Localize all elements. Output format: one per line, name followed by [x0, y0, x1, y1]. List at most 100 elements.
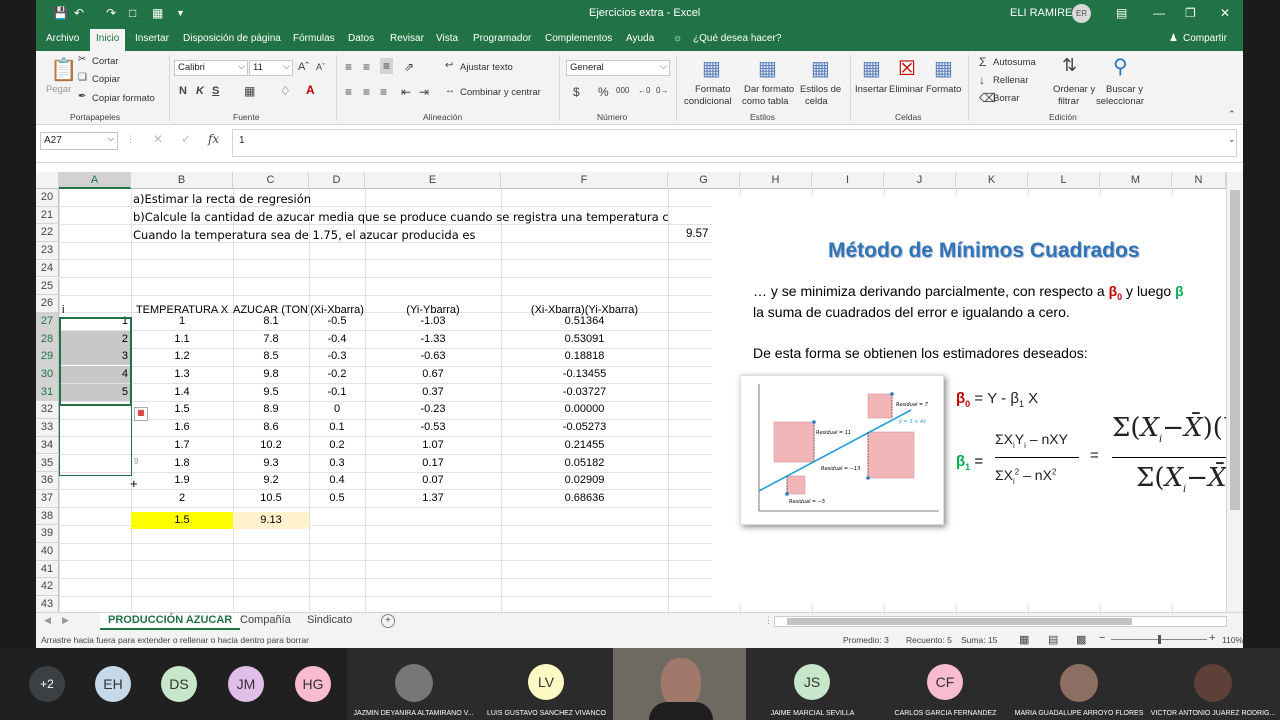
cell-styles-label-1[interactable]: Estilos de	[800, 84, 841, 95]
cell-xi-xbarra[interactable]: -0.1	[309, 384, 365, 401]
decrease-indent-icon[interactable]: ⇤	[401, 85, 411, 99]
participant-tile[interactable]: VICTOR ANTONIO JUAREZ RODRIG...	[1146, 648, 1280, 720]
format-table-label-2[interactable]: como tabla	[742, 96, 788, 107]
sheet-tab-sindicato[interactable]: Sindicato	[299, 613, 360, 630]
sheet-tab-compania[interactable]: Compañía	[232, 613, 299, 630]
cell-product[interactable]: 0.51364	[501, 313, 668, 330]
cell-azucar[interactable]: 8.5	[233, 348, 309, 365]
tab-complementos[interactable]: Complementos	[545, 33, 612, 44]
conditional-format-label-1[interactable]: Formato	[695, 84, 730, 95]
row-header[interactable]: 38	[36, 507, 59, 526]
underline-icon[interactable]: S	[212, 85, 219, 97]
align-left-icon[interactable]: ≡	[345, 85, 352, 99]
paste-icon[interactable]: 📋	[50, 57, 77, 83]
cell-product[interactable]: 0.05182	[501, 455, 668, 472]
cell-xi-xbarra[interactable]: -0.5	[309, 313, 365, 330]
tab-insertar[interactable]: Insertar	[135, 33, 169, 44]
cell-azucar[interactable]: 7.8	[233, 331, 309, 348]
column-header[interactable]: H	[740, 172, 812, 189]
minimize-icon[interactable]: —	[1153, 6, 1165, 20]
cell-azucar[interactable]: 8.9	[233, 401, 309, 418]
cell-azucar[interactable]: 9.2	[233, 472, 309, 489]
decrease-decimal-icon[interactable]: 0→	[656, 86, 668, 95]
font-name-select[interactable]: Calibri ⌵	[174, 60, 248, 76]
column-header[interactable]: D	[309, 172, 365, 189]
italic-icon[interactable]: K	[196, 85, 204, 97]
row-header[interactable]: 35	[36, 454, 59, 473]
cell-xi-xbarra[interactable]: 0.3	[309, 455, 365, 472]
row-header[interactable]: 41	[36, 560, 59, 579]
cell-styles-label-2[interactable]: celda	[805, 96, 828, 107]
restore-icon[interactable]: ❐	[1185, 6, 1196, 20]
shrink-font-icon[interactable]: Aˇ	[316, 62, 325, 72]
sheet-tab-produccion[interactable]: PRODUCCIÓN AZUCAR	[100, 613, 241, 630]
normal-view-icon[interactable]: ▦	[1019, 633, 1029, 646]
cell-xi-xbarra[interactable]: 0.1	[309, 419, 365, 436]
cell-yi-ybarra[interactable]: 1.07	[365, 437, 501, 454]
autosum-button[interactable]: Autosuma	[993, 57, 1036, 68]
paste-button[interactable]: Pegar	[46, 84, 71, 95]
cell-yi-ybarra[interactable]: -0.63	[365, 348, 501, 365]
column-header[interactable]: E	[365, 172, 501, 189]
cell-temperatura[interactable]: 1.4	[131, 384, 233, 401]
cell-azucar[interactable]: 9.3	[233, 455, 309, 472]
customize-toolbar-icon[interactable]: ▼	[176, 8, 185, 18]
scroll-thumb[interactable]	[1230, 190, 1240, 510]
add-sheet-icon[interactable]: +	[381, 614, 395, 628]
participant-tile[interactable]: JAZMIN DEYANIRA ALTAMIRANO V...	[347, 648, 480, 720]
select-all-corner[interactable]	[36, 172, 59, 189]
align-center-icon[interactable]: ≡	[363, 85, 370, 99]
delete-cells-button[interactable]: Eliminar	[889, 84, 923, 95]
ribbon-display-icon[interactable]: ▤	[1116, 6, 1127, 20]
cell-xi-xbarra[interactable]: -0.4	[309, 331, 365, 348]
cell-temperatura[interactable]: 1.8	[131, 455, 233, 472]
tab-vista[interactable]: Vista	[436, 33, 458, 44]
prev-sheet-icon[interactable]: ◀	[44, 615, 51, 626]
page-break-icon[interactable]: ▩	[1076, 633, 1086, 646]
user-avatar[interactable]: ER	[1072, 4, 1091, 23]
sort-filter-label-1[interactable]: Ordenar y	[1053, 84, 1095, 95]
row-header[interactable]: 25	[36, 277, 59, 296]
align-top-icon[interactable]: ≡	[345, 60, 352, 74]
percent-icon[interactable]: %	[598, 85, 609, 99]
share-button[interactable]: Compartir	[1183, 33, 1227, 44]
row-header[interactable]: 39	[36, 525, 59, 543]
row-header[interactable]: 34	[36, 436, 59, 455]
insert-cells-button[interactable]: Insertar	[855, 84, 887, 95]
cell-temperatura[interactable]: 1.6	[131, 419, 233, 436]
cell-product[interactable]: 0.00000	[501, 401, 668, 418]
horizontal-scrollbar[interactable]	[774, 616, 1227, 627]
redo-icon[interactable]: ↷	[106, 6, 116, 20]
column-header[interactable]: C	[233, 172, 309, 189]
bold-icon[interactable]: N	[179, 85, 187, 97]
formula-input[interactable]: 1	[232, 129, 1237, 157]
align-middle-icon[interactable]: ≡	[363, 60, 370, 74]
cell-temperatura[interactable]: 1.9	[131, 472, 233, 489]
vertical-scrollbar[interactable]	[1226, 172, 1243, 612]
format-painter-button[interactable]: Copiar formato	[92, 93, 155, 104]
next-sheet-icon[interactable]: ▶	[62, 615, 69, 626]
cell-azucar[interactable]: 8.6	[233, 419, 309, 436]
cell-temperatura[interactable]: 2	[131, 490, 233, 507]
participant-avatar[interactable]: JM	[228, 666, 264, 702]
tab-revisar[interactable]: Revisar	[390, 33, 424, 44]
more-participants[interactable]: +2	[29, 666, 65, 702]
participant-tile[interactable]: LV LUIS GUSTAVO SANCHEZ VIVANCO	[480, 648, 613, 720]
form-icon[interactable]: ▦	[152, 6, 163, 20]
row-header[interactable]: 33	[36, 419, 59, 437]
participant-tile[interactable]: MARIA GUADALUPE ARROYO FLORES	[1012, 648, 1146, 720]
participant-avatar[interactable]: HG	[295, 666, 331, 702]
cell-product[interactable]: 0.18818	[501, 348, 668, 365]
conditional-format-label-2[interactable]: condicional	[684, 96, 732, 107]
row-header[interactable]: 32	[36, 401, 59, 420]
row-header[interactable]: 26	[36, 295, 59, 313]
mean-temperatura[interactable]: 1.5	[131, 512, 233, 529]
increase-indent-icon[interactable]: ⇥	[419, 85, 429, 99]
column-header[interactable]: N	[1172, 172, 1226, 189]
cell-index[interactable]	[59, 490, 131, 507]
cell-xi-xbarra[interactable]: 0.5	[309, 490, 365, 507]
currency-icon[interactable]: $	[573, 85, 580, 99]
save-icon[interactable]: 💾	[53, 6, 68, 20]
cell-temperatura[interactable]: 1.2	[131, 348, 233, 365]
cell-b21[interactable]: b)Calcule la cantidad de azucar media qu…	[133, 208, 713, 225]
